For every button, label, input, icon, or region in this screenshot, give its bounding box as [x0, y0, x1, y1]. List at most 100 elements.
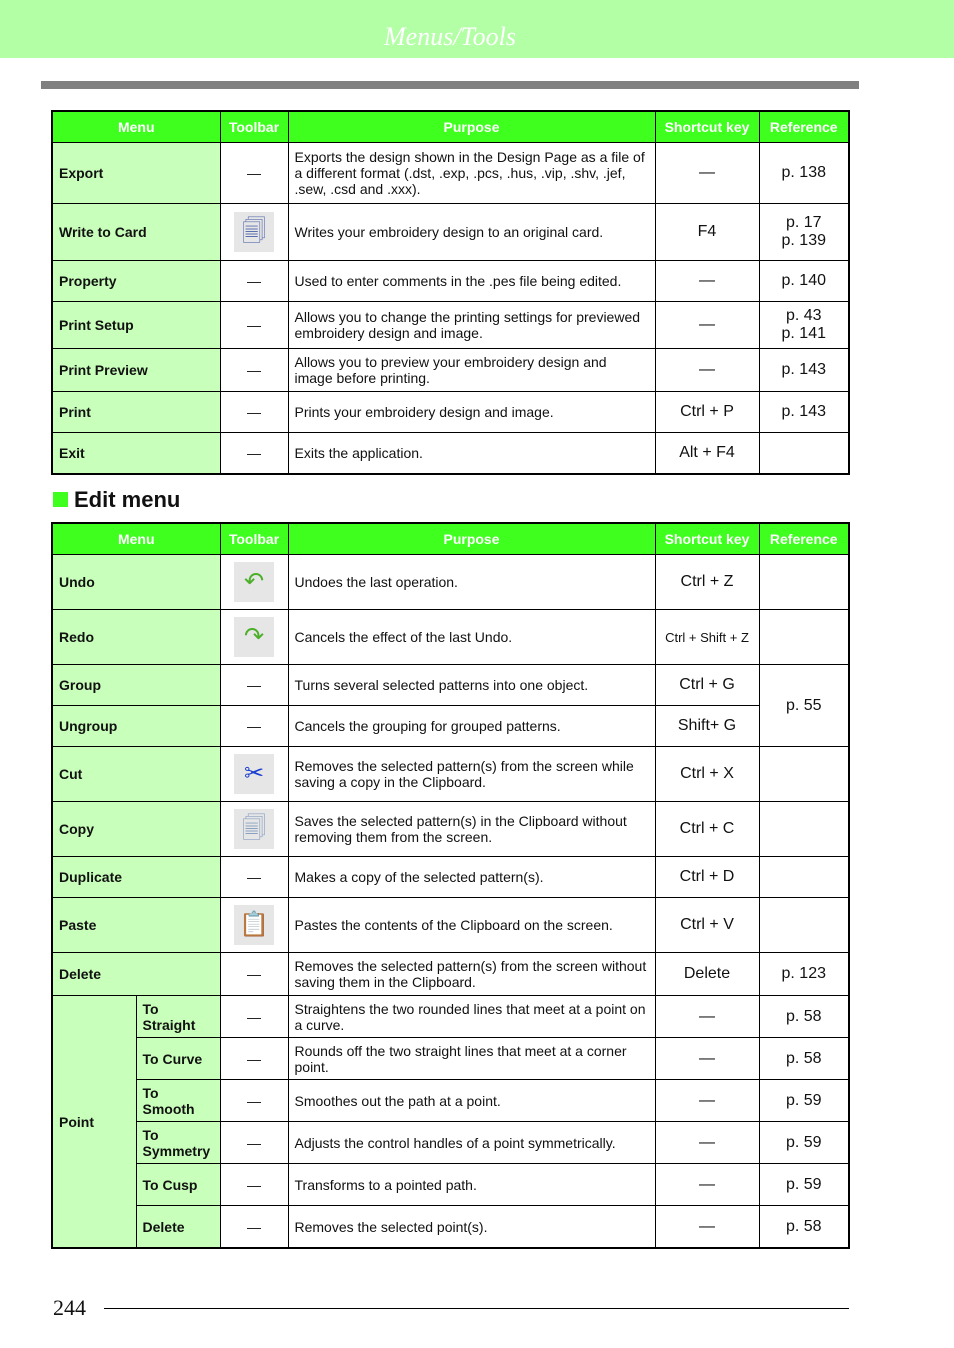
reference [758, 897, 850, 953]
page-number: 244 [53, 1295, 86, 1320]
section-heading: Edit menu [53, 487, 180, 513]
toolbar-cell: — [219, 142, 289, 204]
shortcut: — [654, 348, 760, 392]
reference [758, 746, 850, 802]
col-purpose: Purpose [287, 110, 656, 143]
table-row: Ungroup — Cancels the grouping for grouped… [51, 705, 849, 747]
reference: p. 138 [758, 142, 850, 204]
purpose: Smoothes out the path at a point. [287, 1079, 656, 1122]
purpose: Straightens the two rounded lines that m… [287, 995, 656, 1038]
shortcut: — [654, 1037, 760, 1080]
menu-name: Print Setup [51, 301, 221, 349]
reference: p. 58 [758, 1037, 850, 1080]
paste-icon[interactable]: 📋 [234, 905, 274, 945]
menu-name: To Cusp [135, 1163, 221, 1206]
col-purpose: Purpose [287, 522, 656, 555]
table-row: Exit — Exits the application. Alt + F4 [51, 432, 850, 475]
table-row: To Curve — Rounds off the two straight lin… [52, 1037, 850, 1080]
purpose: Turns several selected patterns into one… [287, 664, 656, 706]
table-row: Undo ↶ Undoes the last operation. Ctrl + Z [51, 554, 850, 610]
shortcut: Ctrl + C [654, 801, 760, 857]
toolbar-cell: — [219, 705, 289, 747]
file-menu-table: Menu Toolbar Purpose Shortcut key Refere… [51, 110, 850, 475]
toolbar-cell: — [219, 952, 289, 996]
shortcut: Ctrl + P [654, 391, 760, 433]
shortcut: — [654, 1079, 760, 1122]
col-toolbar: Toolbar [219, 110, 289, 143]
purpose: Undoes the last operation. [287, 554, 656, 610]
purpose: Removes the selected point(s). [287, 1205, 656, 1249]
menu-name: Delete [135, 1205, 221, 1249]
menu-name: Duplicate [51, 856, 221, 898]
undo-icon[interactable]: ↶ [234, 562, 274, 602]
menu-name: To Straight [135, 995, 221, 1038]
toolbar-cell: 🗐 [219, 203, 289, 261]
table-row: Export — Exports the design shown in the D… [51, 142, 850, 204]
toolbar-cell: ↷ [219, 609, 289, 665]
table-row: Delete — Removes the selected point(s). — p.… [52, 1205, 850, 1249]
table-row: Copy 🗐 Saves the selected pattern(s) in th… [51, 801, 850, 857]
toolbar-cell: — [219, 664, 289, 706]
col-shortcut: Shortcut key [654, 110, 760, 143]
redo-icon[interactable]: ↷ [234, 617, 274, 657]
write-to-card-icon[interactable]: 🗐 [234, 212, 274, 252]
purpose: Cancels the effect of the last Undo. [287, 609, 656, 665]
menu-name: Redo [51, 609, 221, 665]
reference: p. 140 [758, 260, 850, 302]
menu-name: Exit [51, 432, 221, 475]
toolbar-cell: ✂ [219, 746, 289, 802]
table-row: Point To Straight — Straightens the two rou… [51, 995, 850, 1249]
table-row: Paste 📋 Pastes the contents of the Clipboa… [51, 897, 850, 953]
shortcut: Alt + F4 [654, 432, 760, 475]
purpose: Pastes the contents of the Clipboard on … [287, 897, 656, 953]
table-row: Print Setup — Allows you to change the pri… [51, 301, 850, 349]
purpose: Exits the application. [287, 432, 656, 475]
menu-name: Delete [51, 952, 221, 996]
reference: p. 143 [758, 348, 850, 392]
shortcut: — [654, 260, 760, 302]
purpose: Prints your embroidery design and image. [287, 391, 656, 433]
menu-name: To Smooth [135, 1079, 221, 1122]
toolbar-cell: — [219, 995, 289, 1038]
toolbar-cell: — [219, 432, 289, 475]
shortcut: Ctrl + Shift + Z [654, 609, 760, 665]
table-row: Redo ↷ Cancels the effect of the last Undo… [51, 609, 850, 665]
col-reference: Reference [758, 110, 850, 143]
menu-name: Ungroup [51, 705, 221, 747]
shortcut: — [654, 1163, 760, 1206]
reference: p. 59 [758, 1163, 850, 1206]
shortcut: Ctrl + G [654, 664, 760, 706]
reference [758, 554, 850, 610]
reference: p. 55 [758, 664, 850, 747]
reference: p. 58 [758, 1205, 850, 1249]
purpose: Cancels the grouping for grouped pattern… [287, 705, 656, 747]
toolbar-cell: — [219, 301, 289, 349]
menu-name: To Curve [135, 1037, 221, 1080]
purpose: Writes your embroidery design to an orig… [287, 203, 656, 261]
col-menu: Menu [51, 110, 221, 143]
col-reference: Reference [758, 522, 850, 555]
shortcut: Ctrl + Z [654, 554, 760, 610]
menu-name: Print Preview [51, 348, 221, 392]
table-row: To Smooth — Smoothes out the path at a poi… [52, 1079, 850, 1122]
toolbar-cell: 📋 [219, 897, 289, 953]
purpose: Exports the design shown in the Design P… [287, 142, 656, 204]
reference: p. 43 p. 141 [758, 301, 850, 349]
table-row: Duplicate — Makes a copy of the selected p… [51, 856, 850, 898]
purpose: Adjusts the control handles of a point s… [287, 1121, 656, 1164]
shortcut: — [654, 1205, 760, 1249]
divider [41, 81, 859, 89]
menu-name: To Symmetry [135, 1121, 221, 1164]
shortcut: Ctrl + X [654, 746, 760, 802]
square-bullet-icon [53, 492, 68, 507]
purpose: Used to enter comments in the .pes file … [287, 260, 656, 302]
col-shortcut: Shortcut key [654, 522, 760, 555]
cut-icon[interactable]: ✂ [234, 754, 274, 794]
table-row: Print Preview — Allows you to preview your… [51, 348, 850, 392]
table-row: To Symmetry — Adjusts the control handles … [52, 1121, 850, 1164]
table-row: Delete — Removes the selected pattern(s) f… [51, 952, 850, 996]
menu-name: Property [51, 260, 221, 302]
menu-name: Print [51, 391, 221, 433]
copy-icon[interactable]: 🗐 [234, 809, 274, 849]
toolbar-cell: — [219, 1205, 289, 1249]
